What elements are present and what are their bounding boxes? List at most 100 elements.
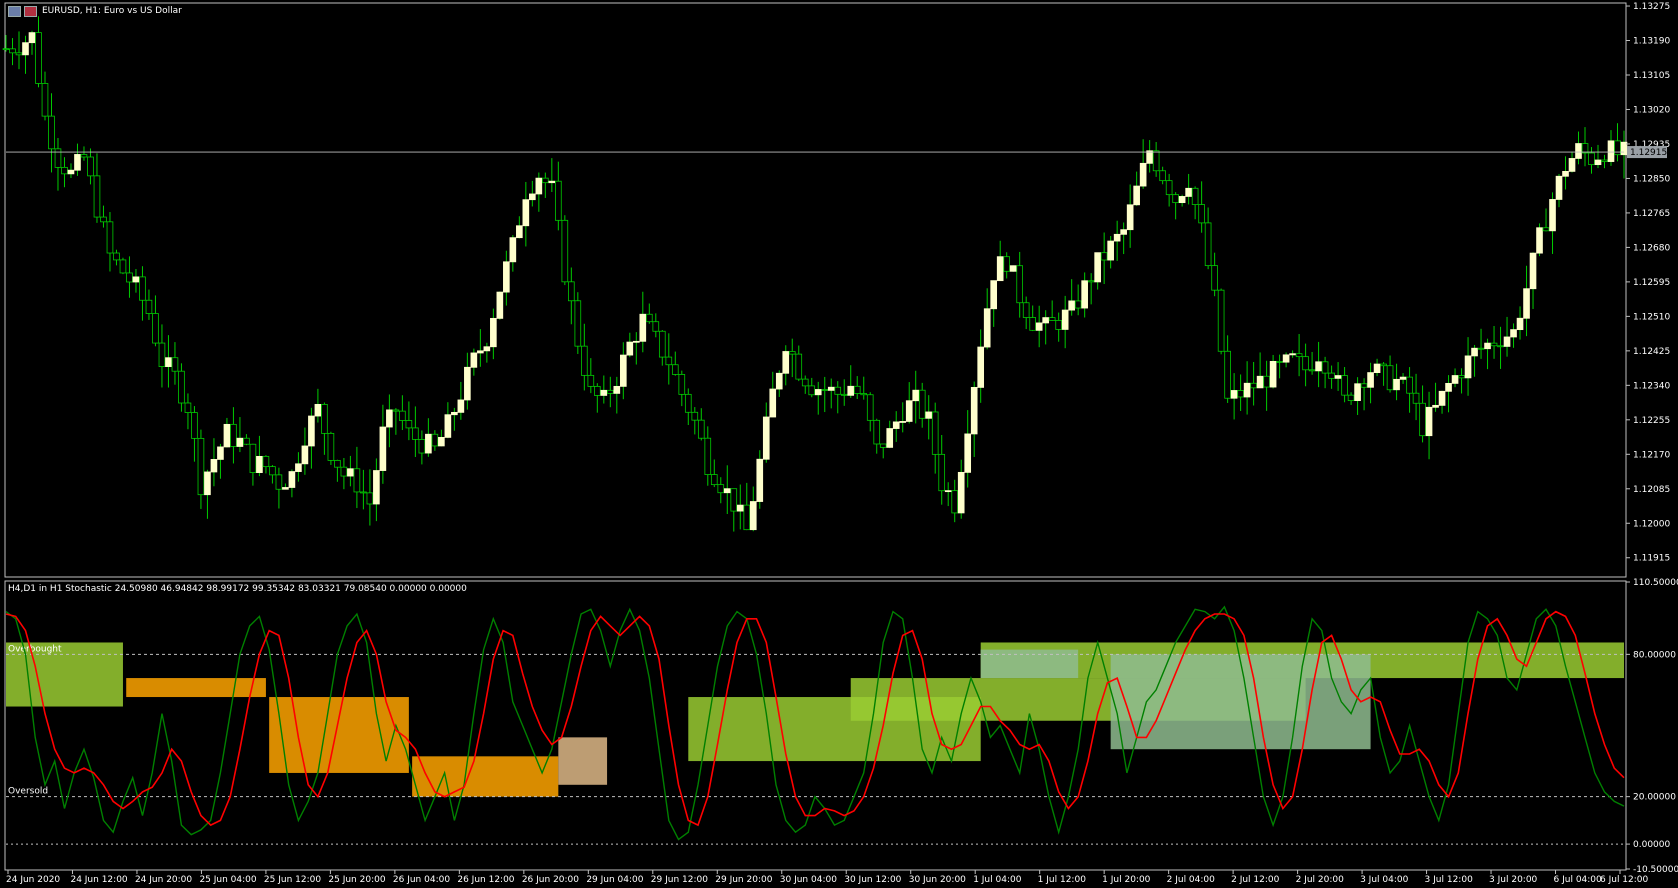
candle-body — [171, 357, 179, 372]
time-tick-label: 30 Jun 12:00 — [844, 875, 901, 885]
candle-body — [347, 468, 354, 477]
candle-body — [879, 443, 887, 448]
price-tick-label: 1.12765 — [1633, 209, 1670, 219]
candle-body — [652, 321, 660, 332]
candle-body — [730, 488, 738, 512]
candle-body — [1438, 390, 1446, 406]
candle-body — [1107, 240, 1114, 261]
candle-body — [366, 492, 374, 505]
time-tick-label: 6 Jul 12:00 — [1600, 875, 1649, 885]
price-tick-label: 1.12595 — [1633, 278, 1670, 288]
chart-type-icon[interactable] — [8, 6, 21, 17]
candle-body — [827, 386, 835, 391]
price-tick-label: 1.12085 — [1633, 485, 1670, 495]
candle-body — [1113, 233, 1121, 242]
candle-body — [314, 403, 322, 417]
candle-body — [821, 389, 829, 391]
candle-body — [340, 466, 348, 477]
candle-body — [645, 313, 653, 323]
candle-body — [1347, 394, 1355, 401]
candle-body — [678, 374, 686, 395]
candle-body — [503, 261, 510, 293]
time-tick-label: 2 Jul 04:00 — [1167, 875, 1216, 885]
candle-body — [736, 504, 744, 512]
candle-body — [769, 388, 777, 418]
candle-body — [548, 180, 556, 184]
chart-window[interactable]: Overbought Oversold 1.13275 1.13190 1.13105… — [0, 0, 1678, 888]
candle-body — [1224, 350, 1231, 399]
candle-body — [886, 428, 894, 448]
candle-body — [808, 385, 816, 396]
candle-body — [184, 402, 192, 413]
candle-body — [587, 374, 595, 387]
candle-body — [1568, 158, 1576, 172]
price-axis: 1.132751.131901.131051.130201.129351.128… — [1626, 2, 1670, 564]
candle-body — [1022, 302, 1030, 318]
candle-body — [139, 276, 146, 301]
candle-body — [308, 415, 315, 447]
candle-body — [1003, 256, 1011, 272]
candle-body — [1354, 383, 1361, 401]
candle-body — [918, 389, 926, 419]
time-tick-label: 1 Jul 12:00 — [1038, 875, 1087, 885]
candle-body — [67, 169, 75, 175]
price-tick-label: 1.13275 — [1633, 2, 1670, 12]
candle-body — [600, 389, 608, 396]
candle-body — [334, 459, 341, 468]
candle-body — [1588, 152, 1595, 166]
candle-body — [788, 351, 796, 355]
candle-body — [9, 48, 16, 54]
candle-body — [704, 437, 712, 475]
time-tick-label: 25 Jun 12:00 — [264, 875, 321, 885]
candle-body — [100, 216, 107, 223]
candle-body — [353, 468, 361, 493]
candle-body — [1126, 204, 1134, 231]
candle-body — [54, 148, 62, 168]
candle-body — [762, 416, 770, 460]
candle-body — [1152, 150, 1160, 172]
candle-body — [756, 458, 764, 502]
candle-body — [1399, 376, 1407, 380]
candle-body — [204, 471, 211, 496]
candle-body — [444, 414, 452, 438]
candle-body — [717, 484, 725, 494]
time-tick-label: 24 Jun 20:00 — [135, 875, 192, 885]
candle-body — [431, 433, 439, 447]
price-tick-label: 1.12170 — [1633, 450, 1670, 460]
time-tick-label: 26 Jun 12:00 — [457, 875, 514, 885]
candle-body — [847, 385, 855, 396]
flag-icon[interactable] — [24, 6, 37, 17]
candle-body — [360, 491, 367, 494]
candle-body — [619, 354, 627, 387]
candle-body — [1393, 378, 1400, 391]
candle-body — [321, 403, 328, 434]
price-pane[interactable] — [4, 2, 1627, 578]
time-tick-label: 26 Jun 04:00 — [393, 875, 450, 885]
candle-body — [210, 459, 218, 473]
candle-body — [132, 276, 140, 283]
candle-body — [892, 421, 900, 429]
candle-body — [912, 389, 920, 402]
candle-body — [1614, 140, 1621, 156]
candle-body — [1562, 170, 1569, 177]
candle-body — [1068, 300, 1075, 311]
time-tick-label: 3 Jul 04:00 — [1360, 875, 1409, 885]
candle-body — [165, 357, 172, 367]
candle-body — [230, 423, 237, 447]
candle-body — [1016, 265, 1024, 304]
price-tick-label: 1.13105 — [1633, 71, 1670, 81]
candle-body — [1529, 252, 1537, 290]
candle-body — [1048, 317, 1056, 321]
candle-body — [1250, 382, 1257, 389]
candle-body — [1549, 199, 1556, 232]
time-tick-label: 30 Jun 04:00 — [780, 875, 837, 885]
candle-body — [197, 437, 205, 496]
candle-body — [457, 399, 465, 413]
candle-body — [386, 409, 393, 428]
candle-body — [191, 412, 198, 439]
candle-body — [581, 345, 588, 376]
time-tick-label: 26 Jun 20:00 — [522, 875, 579, 885]
candle-body — [977, 346, 985, 388]
candle-body — [451, 411, 458, 416]
candle-body — [243, 437, 250, 445]
